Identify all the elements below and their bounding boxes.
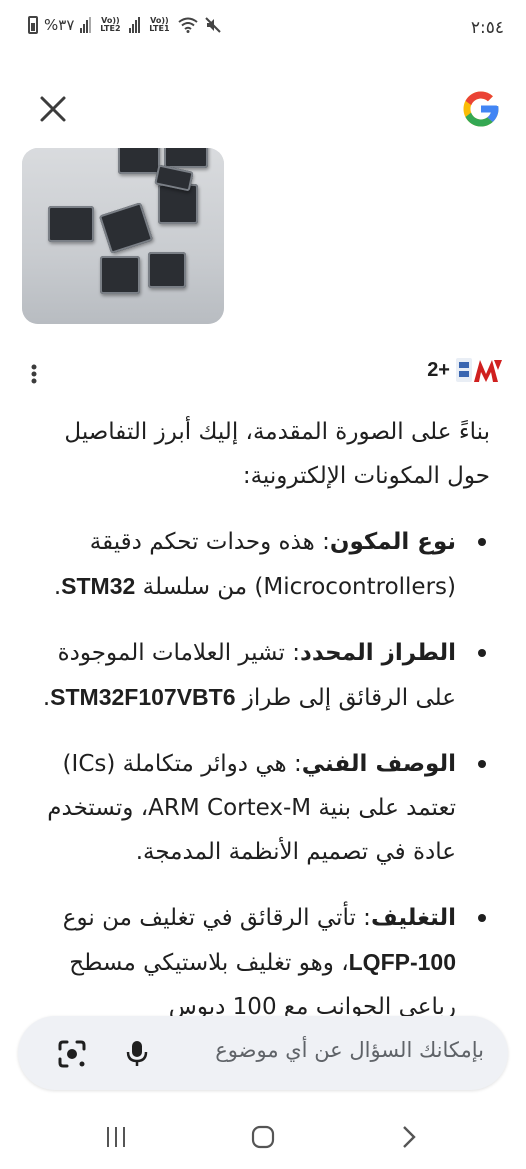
item-bold: LQFP-100 (348, 949, 456, 975)
wifi-icon (178, 17, 199, 33)
recents-icon[interactable] (104, 1124, 128, 1150)
source-chip[interactable]: 2+ (427, 356, 506, 384)
list-item: الوصف الفني: هي دوائر متكاملة (ICs) تعتم… (22, 742, 490, 874)
mute-icon (205, 17, 222, 33)
source-count: 2+ (427, 358, 450, 381)
answer-list: نوع المكون: هذه وحدات تحكم دقيقة (Microc… (22, 520, 490, 1029)
battery-icon (28, 16, 38, 34)
item-text: : تأتي الرقائق في تغليف من نوع (62, 905, 371, 931)
answer-intro: بناءً على الصورة المقدمة، إليك أبرز التف… (64, 419, 490, 489)
lens-icon[interactable] (56, 1038, 88, 1070)
clock: ٢:٥٤ (470, 18, 504, 38)
google-logo[interactable] (460, 88, 502, 130)
list-item: نوع المكون: هذه وحدات تحكم دقيقة (Microc… (22, 520, 490, 609)
sim1-label: Vo)) LTE1 (149, 16, 170, 33)
chip (48, 206, 94, 242)
battery-percent: %٣٧ (44, 16, 75, 34)
source-logo (456, 358, 502, 382)
status-bar: %٣٧ Vo)) LTE2 Vo)) LTE1 ٢:٥٤ (0, 0, 526, 56)
back-icon[interactable] (398, 1124, 420, 1150)
item-label: التغليف (370, 905, 456, 931)
chip (158, 184, 198, 224)
ai-answer: بناءً على الصورة المقدمة، إليك أبرز التف… (22, 410, 490, 1051)
mic-icon[interactable] (122, 1038, 152, 1068)
search-placeholder[interactable]: بإمكانك السؤال عن أي موضوع (215, 1038, 484, 1062)
sim2-label: Vo)) LTE2 (100, 16, 121, 33)
chip (100, 256, 140, 294)
item-label: الطراز المحدد (300, 640, 456, 666)
more-vert-icon[interactable] (22, 360, 46, 388)
item-bold: STM32 (61, 573, 136, 599)
home-icon[interactable] (250, 1124, 276, 1150)
signal-sim1-icon (129, 17, 141, 33)
item-label: الوصف الفني (301, 751, 456, 777)
list-item: الطراز المحدد: تشير العلامات الموجودة عل… (22, 631, 490, 720)
item-bold: STM32F107VBT6 (50, 684, 236, 710)
query-image-thumbnail[interactable] (22, 148, 224, 324)
item-label: نوع المكون (329, 529, 456, 555)
list-item: التغليف: تأتي الرقائق في تغليف من نوع LQ… (22, 896, 490, 1029)
follow-up-search-bar[interactable]: بإمكانك السؤال عن أي موضوع (18, 1016, 508, 1090)
chip (148, 252, 186, 288)
system-nav-bar (0, 1110, 526, 1169)
chip (164, 148, 208, 168)
chip (118, 148, 160, 174)
signal-sim2-icon (80, 17, 92, 33)
status-icons: %٣٧ Vo)) LTE2 Vo)) LTE1 (28, 16, 222, 34)
close-icon[interactable] (36, 92, 70, 126)
